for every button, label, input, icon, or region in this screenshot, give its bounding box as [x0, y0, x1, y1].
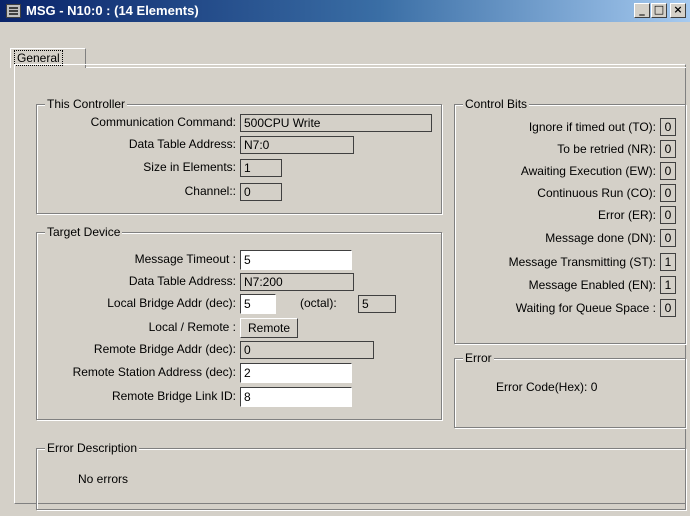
size-in-elements-value: 1 — [240, 159, 282, 177]
close-button[interactable]: × — [670, 3, 686, 18]
error-description-title: Error Description — [45, 441, 140, 455]
bit-nr-value: 0 — [660, 140, 676, 158]
bit-er-value: 0 — [660, 206, 676, 224]
control-bits-title: Control Bits — [463, 97, 530, 111]
error-description-group: Error Description — [36, 441, 686, 510]
this-controller-title: This Controller — [45, 97, 128, 111]
bit-ew-value: 0 — [660, 162, 676, 180]
remote-bridge-value: 0 — [240, 341, 374, 359]
remote-link-input[interactable]: 8 — [240, 387, 352, 407]
octal-value: 5 — [358, 295, 396, 313]
remote-bridge-label: Remote Bridge Addr (dec): — [93, 342, 236, 356]
bit-to-value: 0 — [660, 118, 676, 136]
bit-st-value: 1 — [660, 253, 676, 271]
bit-to-label: Ignore if timed out (TO): — [528, 120, 656, 134]
title-bar[interactable]: MSG - N10:0 : (14 Elements) _ □ × — [0, 0, 690, 22]
error-description-text: No errors — [78, 472, 129, 486]
bit-dn-label: Message done (DN): — [545, 231, 656, 245]
bit-queue-value: 0 — [660, 299, 676, 317]
remote-station-label: Remote Station Address (dec): — [72, 365, 236, 379]
target-device-title: Target Device — [45, 225, 123, 239]
local-remote-button[interactable]: Remote — [240, 318, 298, 338]
bit-er-label: Error (ER): — [598, 208, 656, 222]
bit-st-label: Message Transmitting (ST): — [508, 255, 656, 269]
message-timeout-input[interactable]: 5 — [240, 250, 352, 270]
octal-label: (octal): — [300, 296, 337, 310]
window-title: MSG - N10:0 : (14 Elements) — [26, 3, 199, 18]
bit-en-value: 1 — [660, 276, 676, 294]
communication-command-label: Communication Command: — [90, 115, 236, 129]
error-title: Error — [463, 351, 494, 365]
channel-value: 0 — [240, 183, 282, 201]
error-code-text: Error Code(Hex): 0 — [496, 380, 598, 394]
remote-link-label: Remote Bridge Link ID: — [111, 389, 236, 403]
bit-co-label: Continuous Run (CO): — [537, 186, 656, 200]
channel-label: Channel:: — [184, 184, 236, 198]
bit-ew-label: Awaiting Execution (EW): — [520, 164, 656, 178]
communication-command-value: 500CPU Write — [240, 114, 432, 132]
size-in-elements-label: Size in Elements: — [143, 160, 236, 174]
remote-station-input[interactable]: 2 — [240, 363, 352, 383]
data-table-address-value: N7:0 — [240, 136, 354, 154]
target-data-table-label: Data Table Address: — [128, 274, 236, 288]
bit-dn-value: 0 — [660, 229, 676, 247]
bit-en-label: Message Enabled (EN): — [528, 278, 656, 292]
local-bridge-input[interactable]: 5 — [240, 294, 276, 314]
app-icon — [6, 4, 21, 18]
bit-queue-label: Waiting for Queue Space : — [515, 301, 656, 315]
maximize-button[interactable]: □ — [651, 3, 667, 18]
minimize-button[interactable]: _ — [634, 3, 650, 18]
message-timeout-label: Message Timeout : — [134, 252, 236, 266]
bit-co-value: 0 — [660, 184, 676, 202]
local-remote-label: Local / Remote : — [148, 320, 236, 334]
tab-general-label: General — [14, 50, 63, 66]
bit-nr-label: To be retried (NR): — [557, 142, 656, 156]
target-data-table-value: N7:200 — [240, 273, 354, 291]
local-bridge-label: Local Bridge Addr (dec): — [107, 296, 236, 310]
data-table-address-label: Data Table Address: — [128, 137, 236, 151]
msg-window: MSG - N10:0 : (14 Elements) _ □ × Genera… — [0, 0, 690, 516]
